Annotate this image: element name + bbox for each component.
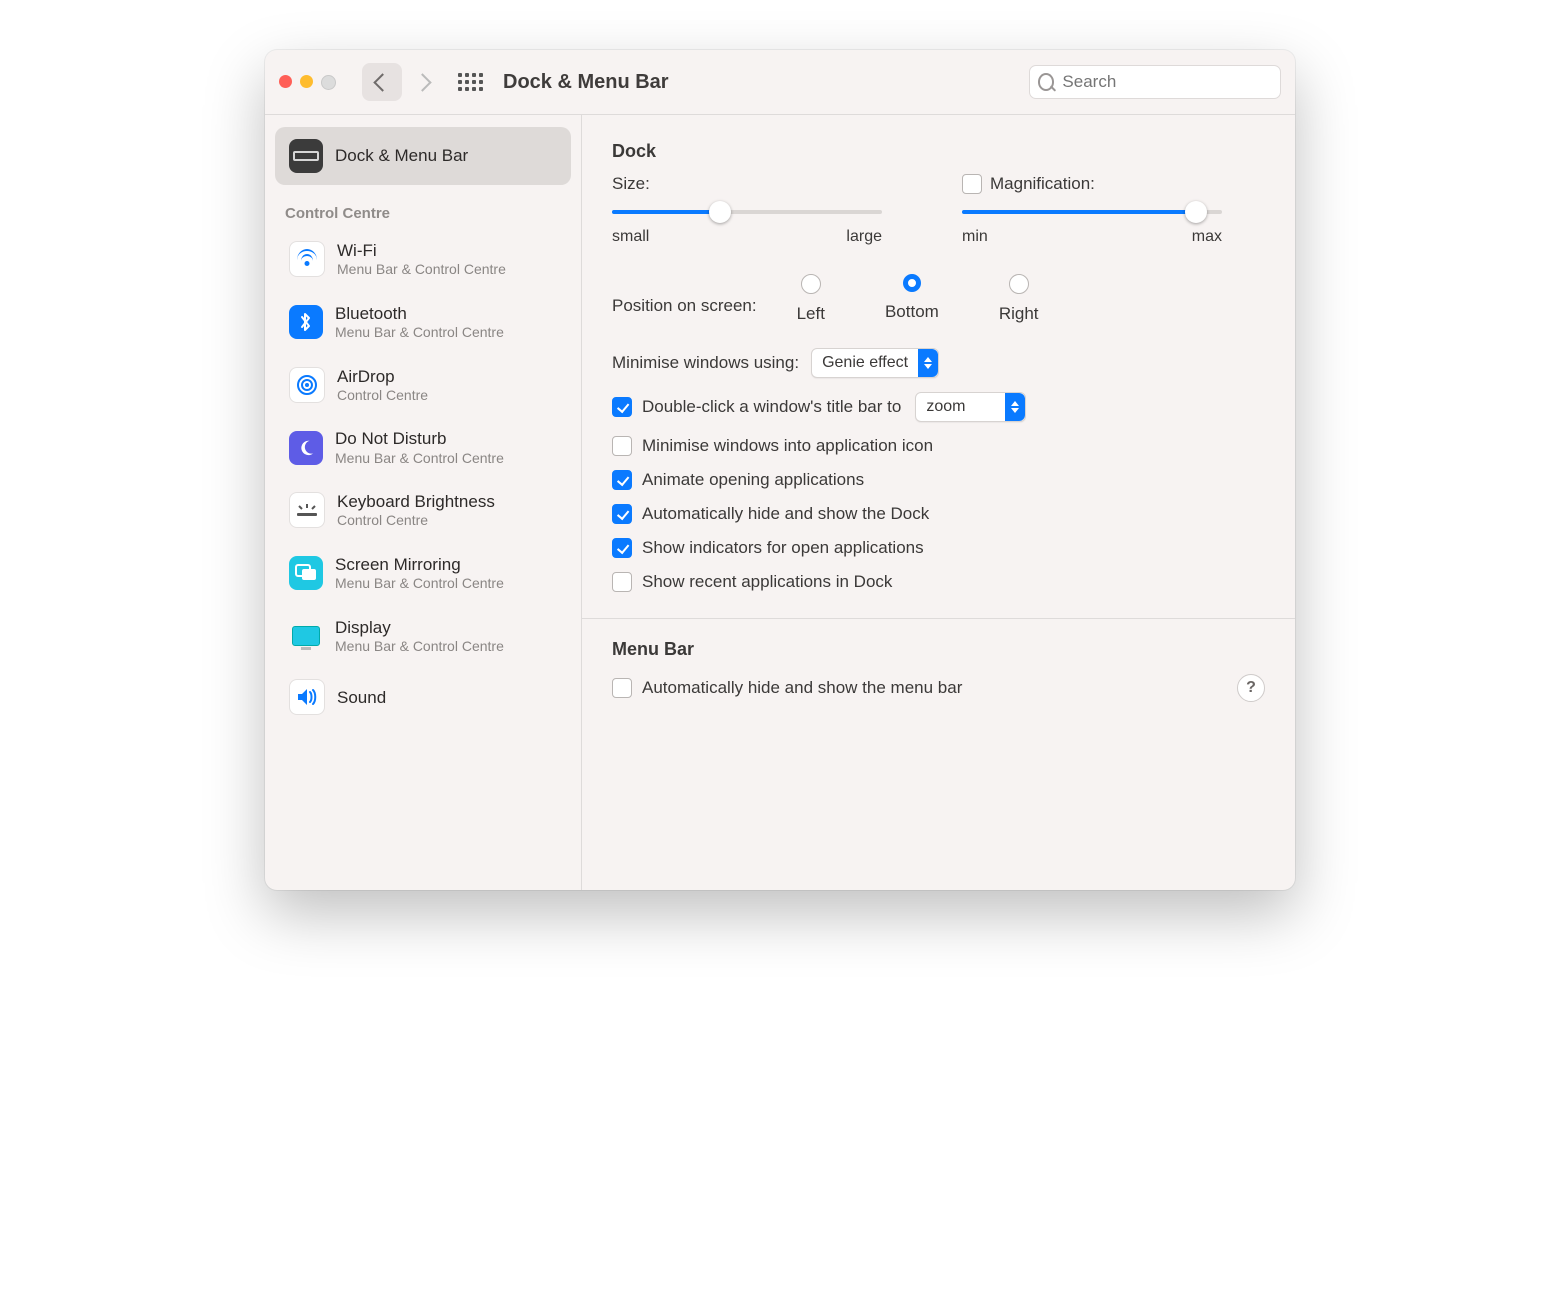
sidebar-section-header: Control Centre xyxy=(265,185,581,228)
forward-button[interactable] xyxy=(402,63,442,101)
nav-buttons xyxy=(362,63,442,101)
animate-checkbox[interactable] xyxy=(612,470,632,490)
sidebar-item-sublabel: Menu Bar & Control Centre xyxy=(337,261,506,279)
zoom-window-button[interactable] xyxy=(321,75,336,90)
sidebar-item-sublabel: Menu Bar & Control Centre xyxy=(335,450,504,468)
magnification-checkbox[interactable] xyxy=(962,174,982,194)
autohide-menubar-label: Automatically hide and show the menu bar xyxy=(642,678,962,698)
section-divider xyxy=(582,618,1295,619)
sidebar-item-label: Screen Mirroring xyxy=(335,554,504,575)
menubar-section-title: Menu Bar xyxy=(612,639,1265,660)
sidebar-item-label: AirDrop xyxy=(337,366,428,387)
sidebar-item-dock-menubar[interactable]: Dock & Menu Bar xyxy=(275,127,571,185)
position-bottom-label: Bottom xyxy=(885,302,939,322)
show-all-button[interactable] xyxy=(458,73,483,91)
bluetooth-icon xyxy=(289,305,323,339)
moon-icon xyxy=(289,431,323,465)
sidebar-item-bluetooth[interactable]: Bluetooth Menu Bar & Control Centre xyxy=(275,291,571,354)
dock-section-title: Dock xyxy=(612,141,1265,162)
sidebar-item-label: Keyboard Brightness xyxy=(337,491,495,512)
position-left-radio[interactable] xyxy=(801,274,821,294)
sidebar-item-sublabel: Control Centre xyxy=(337,512,495,530)
screen-mirroring-icon xyxy=(289,556,323,590)
indicators-checkbox[interactable] xyxy=(612,538,632,558)
size-label: Size: xyxy=(612,174,650,194)
airdrop-icon xyxy=(289,367,325,403)
window-body: Dock & Menu Bar Control Centre Wi-Fi Men… xyxy=(265,115,1295,890)
autohide-dock-label: Automatically hide and show the Dock xyxy=(642,504,929,524)
minimise-using-value: Genie effect xyxy=(822,354,918,372)
minimize-window-button[interactable] xyxy=(300,75,313,88)
doubleclick-label: Double-click a window's title bar to xyxy=(642,397,901,417)
help-button[interactable]: ? xyxy=(1237,674,1265,702)
sidebar-item-label: Display xyxy=(335,617,504,638)
wifi-icon xyxy=(289,241,325,277)
autohide-dock-checkbox[interactable] xyxy=(612,504,632,524)
close-window-button[interactable] xyxy=(279,75,292,88)
search-icon xyxy=(1038,73,1054,91)
sidebar-item-label: Bluetooth xyxy=(335,303,504,324)
animate-label: Animate opening applications xyxy=(642,470,864,490)
doubleclick-action-select[interactable]: zoom xyxy=(915,392,1026,422)
sidebar-item-sublabel: Menu Bar & Control Centre xyxy=(335,575,504,593)
chevron-left-icon xyxy=(373,73,391,91)
back-button[interactable] xyxy=(362,63,402,101)
keyboard-brightness-icon xyxy=(289,492,325,528)
sidebar-item-screen-mirroring[interactable]: Screen Mirroring Menu Bar & Control Cent… xyxy=(275,542,571,605)
minimise-using-select[interactable]: Genie effect xyxy=(811,348,939,378)
sidebar-item-sublabel: Menu Bar & Control Centre xyxy=(335,324,504,342)
recent-apps-label: Show recent applications in Dock xyxy=(642,572,892,592)
position-label: Position on screen: xyxy=(612,274,757,316)
window-controls xyxy=(279,75,336,90)
sidebar-item-dnd[interactable]: Do Not Disturb Menu Bar & Control Centre xyxy=(275,416,571,479)
select-arrows-icon xyxy=(918,349,938,377)
magnification-slider[interactable] xyxy=(962,210,1222,214)
sidebar-item-airdrop[interactable]: AirDrop Control Centre xyxy=(275,354,571,417)
position-right-radio[interactable] xyxy=(1009,274,1029,294)
magnification-min-label: min xyxy=(962,228,988,246)
doubleclick-checkbox[interactable] xyxy=(612,397,632,417)
sidebar-item-sound[interactable]: Sound xyxy=(275,667,571,727)
minimise-into-icon-label: Minimise windows into application icon xyxy=(642,436,933,456)
search-field[interactable] xyxy=(1029,65,1281,99)
dock-icon xyxy=(289,139,323,173)
select-arrows-icon xyxy=(1005,393,1025,421)
window-title: Dock & Menu Bar xyxy=(503,71,669,94)
chevron-right-icon xyxy=(413,73,431,91)
search-input[interactable] xyxy=(1060,71,1272,93)
toolbar: Dock & Menu Bar xyxy=(265,50,1295,115)
sidebar-item-label: Do Not Disturb xyxy=(335,428,504,449)
doubleclick-action-value: zoom xyxy=(926,398,1005,416)
preferences-window: Dock & Menu Bar Dock & Menu Bar Control … xyxy=(265,50,1295,890)
sidebar-item-keyboard-brightness[interactable]: Keyboard Brightness Control Centre xyxy=(275,479,571,542)
sidebar-item-sublabel: Menu Bar & Control Centre xyxy=(335,638,504,656)
sidebar-item-wifi[interactable]: Wi-Fi Menu Bar & Control Centre xyxy=(275,228,571,291)
size-max-label: large xyxy=(846,228,882,246)
display-icon xyxy=(289,619,323,653)
sidebar[interactable]: Dock & Menu Bar Control Centre Wi-Fi Men… xyxy=(265,115,582,890)
sidebar-item-display[interactable]: Display Menu Bar & Control Centre xyxy=(275,605,571,668)
minimise-using-label: Minimise windows using: xyxy=(612,353,799,373)
magnification-max-label: max xyxy=(1192,228,1222,246)
speaker-icon xyxy=(289,679,325,715)
position-right-label: Right xyxy=(999,304,1039,324)
sidebar-item-label: Sound xyxy=(337,687,386,708)
sidebar-item-label: Wi-Fi xyxy=(337,240,506,261)
size-min-label: small xyxy=(612,228,649,246)
magnification-label: Magnification: xyxy=(990,174,1095,194)
position-bottom-radio[interactable] xyxy=(903,274,921,292)
sidebar-item-label: Dock & Menu Bar xyxy=(335,145,468,166)
autohide-menubar-checkbox[interactable] xyxy=(612,678,632,698)
main-pane: Dock Size: small large M xyxy=(582,115,1295,890)
sidebar-item-sublabel: Control Centre xyxy=(337,387,428,405)
minimise-into-icon-checkbox[interactable] xyxy=(612,436,632,456)
size-slider[interactable] xyxy=(612,210,882,214)
indicators-label: Show indicators for open applications xyxy=(642,538,924,558)
recent-apps-checkbox[interactable] xyxy=(612,572,632,592)
position-left-label: Left xyxy=(797,304,825,324)
